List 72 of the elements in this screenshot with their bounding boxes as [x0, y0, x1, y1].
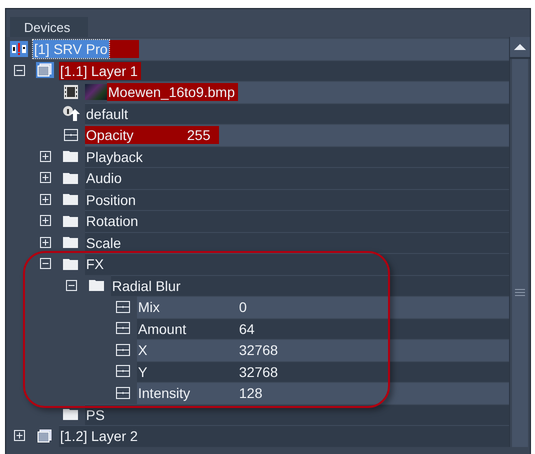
item-value: 255: [187, 127, 212, 144]
tree-row[interactable]: Y 32768: [137, 360, 509, 382]
item-label: Scale: [85, 234, 122, 251]
layer-icon: [36, 428, 54, 444]
item-label: X: [137, 342, 148, 358]
collapse-icon[interactable]: [14, 64, 25, 76]
item-label: Amount: [137, 320, 188, 337]
item-label: [1] SRV Pro: [33, 40, 109, 58]
tree-row[interactable]: Rotation: [85, 210, 509, 232]
expand-icon[interactable]: [40, 150, 51, 162]
tree-row[interactable]: Playback: [85, 146, 509, 167]
collapse-icon[interactable]: [66, 280, 77, 291]
item-label: Intensity: [137, 385, 192, 402]
item-label: Opacity: [85, 127, 134, 144]
item-label: Audio: [85, 170, 123, 186]
folder-icon: [62, 234, 80, 250]
tree-row[interactable]: FX: [85, 253, 509, 274]
expand-icon[interactable]: [14, 430, 25, 442]
tree-row[interactable]: Amount 64: [137, 318, 509, 339]
item-label: Position: [85, 192, 137, 208]
tree-row[interactable]: default: [85, 102, 509, 124]
collapse-icon[interactable]: [40, 258, 51, 270]
expand-icon[interactable]: [40, 236, 51, 248]
item-label: Playback: [85, 148, 144, 165]
image-thumbnail: [85, 84, 107, 100]
tree-row[interactable]: Radial Blur: [111, 274, 509, 296]
folder-icon: [62, 191, 80, 208]
panel-title: Devices: [10, 17, 88, 37]
item-label: Y: [137, 364, 148, 380]
tree-row[interactable]: [1.1] Layer 1: [59, 60, 509, 81]
item-label: PS: [85, 406, 106, 423]
item-label: FX: [85, 256, 105, 272]
folder-icon: [62, 406, 80, 422]
scrollbar[interactable]: [509, 37, 530, 446]
film-icon: [62, 84, 80, 100]
device-icon: [10, 40, 28, 57]
layer-icon: [36, 62, 54, 78]
tree-row[interactable]: [1.2] Layer 2: [59, 425, 509, 446]
item-label: default: [85, 106, 130, 122]
item-label: Radial Blur: [111, 278, 182, 294]
info-upload-icon: [62, 105, 80, 122]
folder-icon: [88, 277, 106, 294]
item-value: 128: [239, 385, 264, 402]
expand-icon[interactable]: [40, 215, 51, 226]
folder-icon: [62, 148, 80, 164]
tree-row[interactable]: Position: [85, 188, 509, 210]
tree-row[interactable]: X 32768: [137, 339, 509, 360]
tree-row[interactable]: Mix 0: [137, 296, 509, 318]
tree-row[interactable]: Intensity 128: [137, 382, 509, 404]
item-label: [1.1] Layer 1: [59, 62, 139, 79]
scroll-up-icon[interactable]: [510, 37, 530, 59]
grip-icon[interactable]: [515, 289, 525, 296]
tree-row[interactable]: Moewen_16to9.bmp: [107, 81, 509, 102]
item-label: [1.2] Layer 2: [59, 428, 139, 444]
item-value: 0: [239, 299, 248, 316]
parameter-icon: [114, 298, 132, 315]
item-value: 32768: [239, 342, 278, 358]
expand-icon[interactable]: [40, 194, 51, 205]
tree-row[interactable]: Audio: [85, 167, 509, 188]
tree-row[interactable]: Opacity 255: [85, 124, 509, 146]
parameter-icon: [114, 342, 132, 358]
item-value: 32768: [239, 364, 278, 380]
parameter-icon: [62, 126, 80, 143]
item-label: Mix: [137, 299, 161, 316]
item-value: 64: [239, 320, 256, 337]
expand-icon[interactable]: [40, 172, 51, 184]
tree-row[interactable]: PS: [85, 404, 509, 425]
parameter-icon: [114, 384, 132, 401]
parameter-icon: [114, 320, 132, 336]
item-label: Rotation: [85, 213, 140, 230]
parameter-icon: [114, 363, 132, 380]
item-label: Moewen_16to9.bmp: [107, 84, 236, 100]
